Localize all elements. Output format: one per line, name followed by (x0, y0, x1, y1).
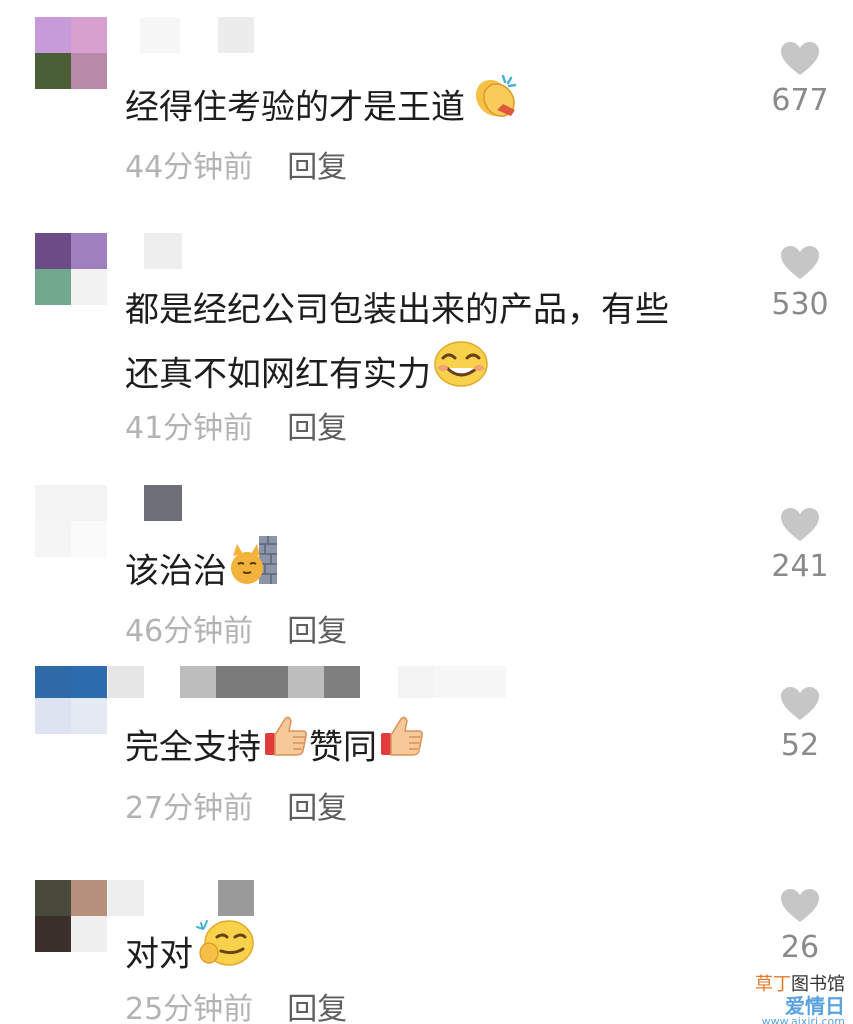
like-count: 26 (780, 930, 820, 965)
username-blurred[interactable] (108, 880, 258, 916)
like-count: 241 (771, 549, 829, 584)
comment-item: 经得住考验的才是王道 44分钟前 回复 677 (0, 17, 853, 197)
watermark-brand: 爱情日 (785, 994, 845, 1018)
watermark-url: www.aixiri.com (761, 1015, 845, 1024)
like-button[interactable]: 241 (767, 507, 833, 587)
avatar-pixel (71, 521, 107, 557)
avatar-pixel (35, 521, 71, 557)
avatar-pixel (35, 269, 71, 305)
comment-text-line: 该治治 (125, 551, 227, 592)
avatar-pixel (35, 916, 71, 952)
comment-item: 完全支持 赞同 27分钟前 回复 52 (0, 666, 853, 841)
comment-item: 都是经纪公司包装出来的产品，有些 还真不如网红有实力 41分钟前 回复 530 (0, 233, 853, 453)
reply-button[interactable]: 回复 (287, 791, 347, 826)
like-button[interactable]: 677 (767, 41, 833, 121)
comment-meta: 46分钟前 回复 (125, 612, 347, 652)
comment-text: 都是经纪公司包装出来的产品，有些 还真不如网红有实力 (125, 279, 669, 411)
comment-text-line: 对对 (125, 934, 193, 975)
like-button[interactable]: 26 (767, 888, 833, 968)
avatar[interactable] (35, 17, 107, 89)
reply-button[interactable]: 回复 (287, 411, 347, 446)
avatar-pixel (71, 53, 107, 89)
comment-time: 27分钟前 (125, 791, 254, 826)
username-blurred[interactable] (140, 485, 200, 521)
avatar[interactable] (35, 666, 107, 734)
comment-time: 46分钟前 (125, 614, 254, 649)
comment-list-page: 经得住考验的才是王道 44分钟前 回复 677 都是经纪公司包装出来的产品，有些… (0, 0, 853, 1024)
comment-text-line: 完全支持 (125, 727, 261, 768)
comment-text: 对对 (125, 920, 255, 992)
avatar-pixel (35, 880, 71, 916)
like-count: 677 (771, 83, 829, 118)
comment-text-line: 赞同 (309, 727, 377, 768)
avatar-pixel (35, 698, 71, 734)
avatar-pixel (71, 880, 107, 916)
like-count: 52 (780, 728, 820, 763)
smirking-face-icon (433, 338, 489, 408)
thumbs-up-icon (379, 713, 425, 779)
comment-time: 44分钟前 (125, 150, 254, 185)
comment-time: 41分钟前 (125, 411, 254, 446)
comment-time: 25分钟前 (125, 992, 254, 1024)
like-button[interactable]: 530 (767, 245, 833, 325)
comment-meta: 44分钟前 回复 (125, 148, 347, 188)
avatar-pixel (35, 17, 71, 53)
comment-text-line: 经得住考验的才是王道 (125, 87, 465, 128)
avatar[interactable] (35, 485, 107, 557)
like-button[interactable]: 52 (767, 686, 833, 766)
comment-text-line: 还真不如网红有实力 (125, 354, 431, 395)
avatar-pixel (71, 916, 107, 952)
avatar[interactable] (35, 233, 107, 305)
avatar-pixel (71, 17, 107, 53)
avatar[interactable] (35, 880, 107, 952)
like-count: 530 (771, 287, 829, 322)
clapping-hands-icon (467, 70, 523, 142)
thumbs-up-icon (263, 713, 309, 779)
reply-button[interactable]: 回复 (287, 992, 347, 1024)
heart-icon (781, 889, 819, 922)
comment-meta: 41分钟前 回复 (125, 409, 347, 449)
avatar-pixel (71, 233, 107, 269)
avatar-pixel (35, 53, 71, 89)
heart-icon (781, 508, 819, 541)
comment-text: 完全支持 赞同 (125, 716, 425, 782)
comment-text: 该治治 (125, 534, 279, 609)
heart-icon (781, 42, 819, 75)
comment-meta: 27分钟前 回复 (125, 789, 347, 829)
avatar-pixel (35, 485, 71, 521)
comment-meta: 25分钟前 回复 (125, 990, 347, 1024)
avatar-pixel (71, 269, 107, 305)
reply-button[interactable]: 回复 (287, 150, 347, 185)
avatar-pixel (71, 666, 107, 698)
heart-icon (781, 687, 819, 720)
watermark-title: 草丁图书馆 (735, 974, 845, 996)
comment-text: 经得住考验的才是王道 (125, 73, 523, 145)
avatar-pixel (35, 233, 71, 269)
avatar-pixel (35, 666, 71, 698)
heart-icon (781, 246, 819, 279)
reply-button[interactable]: 回复 (287, 614, 347, 649)
watermark-text-a: 草丁 (755, 974, 791, 995)
comment-text-line: 都是经纪公司包装出来的产品，有些 (125, 290, 669, 330)
username-blurred[interactable] (108, 666, 508, 698)
username-blurred[interactable] (140, 233, 200, 269)
watermark-text-b: 图书馆 (791, 974, 845, 995)
comment-item: 对对 25分钟前 回复 26 (0, 880, 853, 1024)
site-watermark: 草丁图书馆 爱情日 www.aixiri.com (735, 974, 845, 1024)
avatar-pixel (71, 698, 107, 734)
username-blurred[interactable] (140, 17, 260, 53)
cat-peeking-wall-icon (229, 534, 279, 606)
avatar-pixel (71, 485, 107, 521)
thinking-smug-face-icon (195, 917, 255, 989)
comment-item: 该治治 46分钟前 回复 241 (0, 485, 853, 655)
